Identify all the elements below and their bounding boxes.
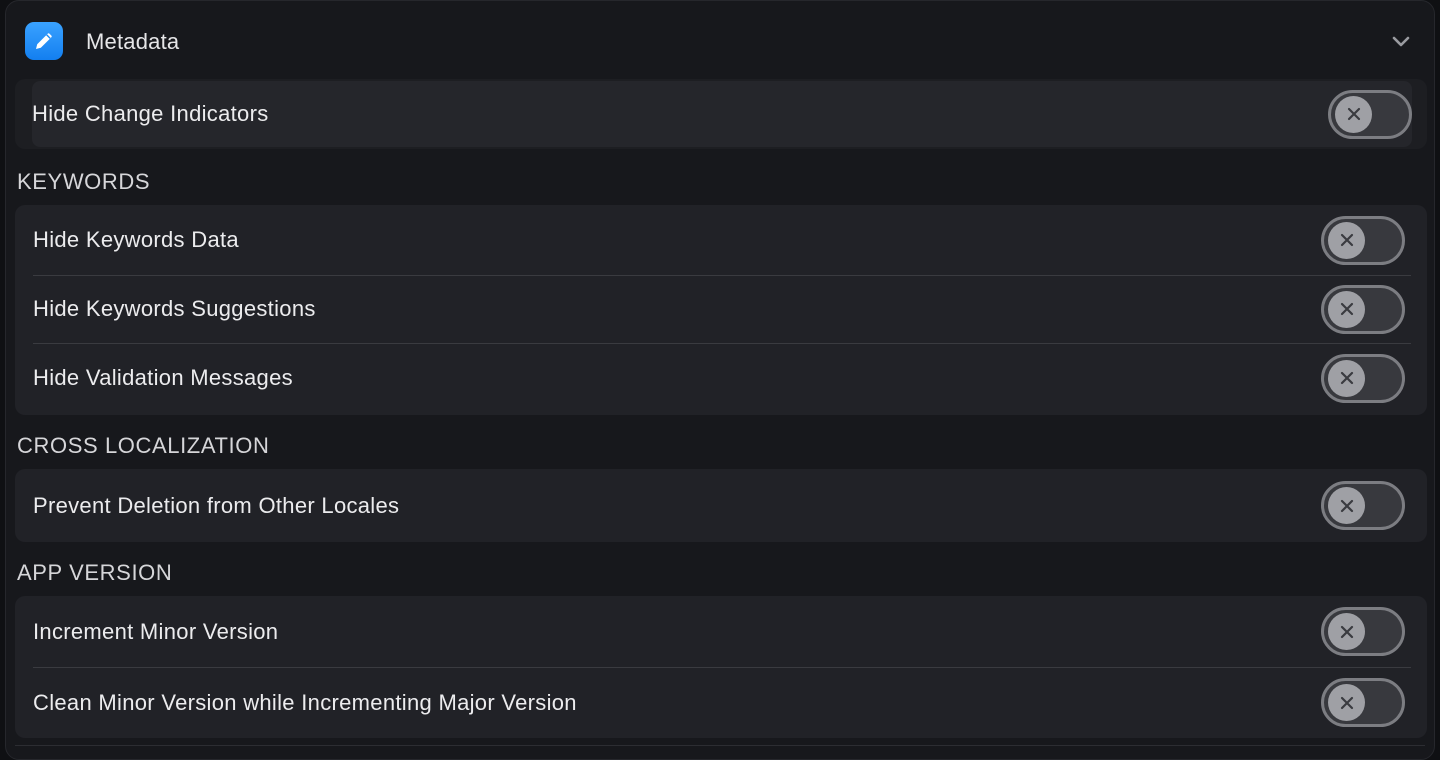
setting-label: Increment Minor Version [33, 618, 279, 644]
x-mark-icon [1328, 487, 1365, 524]
setting-row-hide-keywords-suggestions: Hide Keywords Suggestions [15, 275, 1427, 343]
setting-label: Prevent Deletion from Other Locales [33, 492, 400, 518]
section-label-app-version: APP VERSION [17, 560, 173, 585]
x-mark-icon [1328, 613, 1365, 650]
general-inner: Hide Change Indicators [32, 81, 1412, 147]
setting-row-clean-minor-version: Clean Minor Version while Incrementing M… [15, 667, 1427, 738]
keywords-group: Hide Keywords Data Hide Keywords Suggest… [15, 205, 1427, 415]
x-mark-icon [1328, 221, 1365, 259]
settings-panel: Metadata Hide Change Indicators KEYWORDS… [5, 0, 1435, 760]
hide-change-indicators-toggle[interactable] [1328, 89, 1412, 139]
metadata-header[interactable]: Metadata [6, 1, 1434, 81]
setting-row-hide-validation-messages: Hide Validation Messages [15, 343, 1427, 413]
hide-validation-messages-toggle[interactable] [1321, 353, 1405, 403]
x-mark-icon [1328, 290, 1365, 328]
setting-row-hide-change-indicators: Hide Change Indicators [32, 81, 1412, 147]
general-group: Hide Change Indicators [15, 79, 1427, 149]
chevron-down-icon[interactable] [1390, 31, 1412, 51]
x-mark-icon [1328, 684, 1365, 721]
setting-label: Hide Keywords Data [33, 227, 239, 252]
app-version-group: Increment Minor Version Clean Minor Vers… [15, 596, 1427, 738]
cross-localization-group: Prevent Deletion from Other Locales [15, 469, 1427, 542]
setting-row-prevent-deletion: Prevent Deletion from Other Locales [15, 469, 1427, 542]
setting-row-increment-minor-version: Increment Minor Version [15, 596, 1427, 667]
prevent-deletion-toggle[interactable] [1321, 481, 1405, 530]
hide-keywords-suggestions-toggle[interactable] [1321, 284, 1405, 334]
setting-label: Hide Change Indicators [32, 101, 269, 126]
clean-minor-version-toggle[interactable] [1321, 678, 1405, 727]
setting-label: Clean Minor Version while Incrementing M… [33, 689, 577, 715]
increment-minor-version-toggle[interactable] [1321, 607, 1405, 656]
setting-label: Hide Validation Messages [33, 365, 293, 390]
setting-label: Hide Keywords Suggestions [33, 296, 316, 321]
pencil-icon [25, 22, 63, 60]
section-label-cross-localization: CROSS LOCALIZATION [17, 433, 270, 458]
section-label-keywords: KEYWORDS [17, 169, 151, 194]
section-title: Metadata [86, 29, 180, 54]
x-mark-icon [1328, 359, 1365, 397]
bottom-divider [15, 745, 1425, 746]
setting-row-hide-keywords-data: Hide Keywords Data [15, 205, 1427, 275]
x-mark-icon [1335, 95, 1372, 133]
hide-keywords-data-toggle[interactable] [1321, 215, 1405, 265]
